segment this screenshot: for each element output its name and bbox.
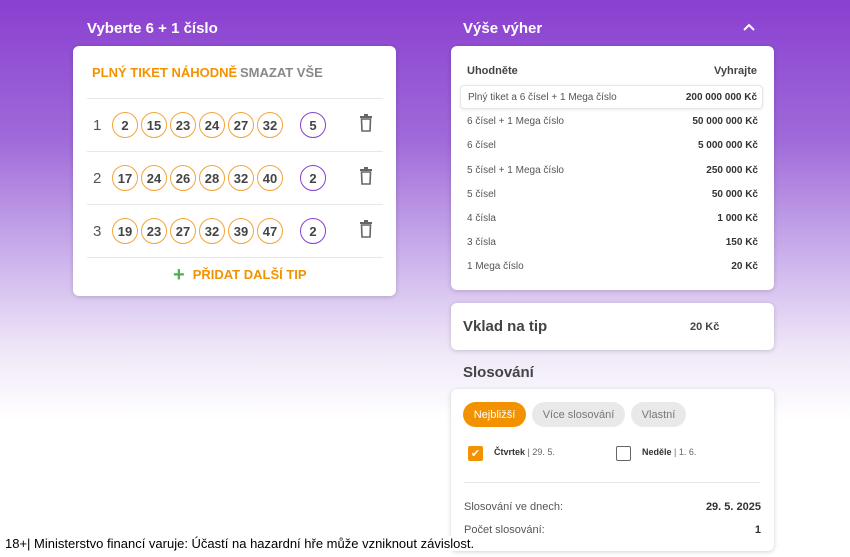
number-ball[interactable]: 17 [112, 165, 138, 191]
stake-card: Vklad na tip 20 Kč [451, 303, 774, 350]
wins-table-header: Uhodněte Vyhrajte [467, 65, 757, 77]
number-ball[interactable]: 47 [257, 218, 283, 244]
win-row-label: 4 čísla [467, 213, 496, 224]
win-row-amount: 20 Kč [731, 261, 758, 272]
number-ball[interactable]: 24 [141, 165, 167, 191]
wins-section-title: Výše výher [463, 20, 543, 37]
draw-section-title: Slosování [463, 364, 534, 381]
win-row-amount: 150 Kč [725, 237, 758, 248]
number-ball[interactable]: 23 [170, 112, 196, 138]
number-ball[interactable]: 24 [199, 112, 225, 138]
number-ball[interactable]: 32 [199, 218, 225, 244]
mega-number-ball[interactable]: 2 [300, 218, 326, 244]
gambling-disclaimer: 18+| Ministerstvo financí varuje: Účastí… [5, 536, 475, 551]
tip-index: 3 [93, 223, 102, 240]
day-thursday: Čtvrtek | 29. 5. [494, 447, 555, 457]
number-ball[interactable]: 39 [228, 218, 254, 244]
win-row: 3 čísla 150 Kč [460, 231, 763, 255]
win-row-amount: 200 000 000 Kč [685, 92, 757, 103]
trash-icon[interactable] [359, 114, 373, 132]
number-ball[interactable]: 19 [112, 218, 138, 244]
number-ball[interactable]: 32 [228, 165, 254, 191]
chip-custom[interactable]: Vlastní [631, 402, 686, 427]
day-date: | 29. 5. [527, 447, 555, 457]
number-ball[interactable]: 27 [170, 218, 196, 244]
clear-all-button[interactable]: SMAZAT VŠE [240, 65, 323, 80]
tip-index: 1 [93, 117, 102, 134]
divider [464, 482, 760, 483]
win-row: 6 čísel 5 000 000 Kč [460, 134, 763, 158]
win-row: Plný tiket a 6 čísel + 1 Mega číslo 200 … [460, 85, 763, 109]
thursday-checkbox[interactable]: ✔ [468, 446, 483, 461]
mega-number-ball[interactable]: 2 [300, 165, 326, 191]
win-row-label: 1 Mega číslo [467, 261, 524, 272]
number-balls: 19 23 27 32 39 47 [112, 218, 283, 244]
draw-count-row: Počet slosování: 1 [464, 524, 761, 536]
day-name: Neděle [642, 447, 672, 457]
day-sunday: Neděle | 1. 6. [642, 447, 696, 457]
number-ball[interactable]: 15 [141, 112, 167, 138]
chip-more-draws[interactable]: Více slosování [532, 402, 625, 427]
win-row-label: 5 čísel + 1 Mega číslo [467, 165, 564, 176]
mega-number-ball[interactable]: 5 [300, 112, 326, 138]
win-row-amount: 50 000 000 Kč [692, 116, 758, 127]
draw-count-label: Počet slosování: [464, 524, 545, 536]
ticket-card: PLNÝ TIKET NÁHODNĚ SMAZAT VŠE 1 2 15 23 … [73, 46, 396, 296]
win-row-amount: 1 000 Kč [717, 213, 758, 224]
plus-icon: + [173, 263, 185, 286]
win-row-label: Plný tiket a 6 čísel + 1 Mega číslo [468, 92, 617, 103]
trash-icon[interactable] [359, 220, 373, 238]
guess-column-header: Uhodněte [467, 65, 518, 77]
number-ball[interactable]: 26 [170, 165, 196, 191]
add-tip-button[interactable]: + PŘIDAT DALŠÍ TIP [173, 263, 307, 286]
win-row: 5 čísel + 1 Mega číslo 250 000 Kč [460, 159, 763, 183]
day-name: Čtvrtek [494, 447, 526, 457]
number-ball[interactable]: 23 [141, 218, 167, 244]
number-ball[interactable]: 2 [112, 112, 138, 138]
chevron-up-icon[interactable] [742, 22, 756, 32]
check-icon: ✔ [470, 448, 481, 460]
ticket-section-title: Vyberte 6 + 1 číslo [87, 20, 218, 37]
number-ball[interactable]: 27 [228, 112, 254, 138]
number-ball[interactable]: 32 [257, 112, 283, 138]
draw-card: Nejbližší Více slosování Vlastní ✔ Čtvrt… [451, 389, 774, 551]
tip-row-2: 2 17 24 26 28 32 40 2 [87, 151, 383, 204]
day-date: | 1. 6. [674, 447, 697, 457]
tip-row-1: 1 2 15 23 24 27 32 5 [87, 98, 383, 151]
win-row: 6 čísel + 1 Mega číslo 50 000 000 Kč [460, 110, 763, 134]
draw-dates-row: Slosování ve dnech: 29. 5. 2025 [464, 501, 761, 513]
chip-nearest[interactable]: Nejbližší [463, 402, 526, 427]
random-ticket-button[interactable]: PLNÝ TIKET NÁHODNĚ [92, 65, 237, 80]
wins-table: Uhodněte Vyhrajte Plný tiket a 6 čísel +… [451, 46, 774, 290]
number-ball[interactable]: 40 [257, 165, 283, 191]
win-column-header: Vyhrajte [713, 65, 757, 77]
win-row-label: 5 čísel [467, 189, 496, 200]
number-balls: 2 15 23 24 27 32 [112, 112, 283, 138]
stake-value[interactable]: 20 Kč [690, 321, 719, 333]
number-ball[interactable]: 28 [199, 165, 225, 191]
sunday-checkbox[interactable] [616, 446, 631, 461]
stake-label: Vklad na tip [463, 318, 548, 335]
win-row-amount: 250 000 Kč [706, 165, 758, 176]
ticket-actions: PLNÝ TIKET NÁHODNĚ SMAZAT VŠE [92, 65, 323, 80]
tip-row-3: 3 19 23 27 32 39 47 2 [87, 204, 383, 257]
divider [87, 257, 383, 258]
win-row-amount: 50 000 Kč [711, 189, 758, 200]
win-row-label: 6 čísel + 1 Mega číslo [467, 116, 564, 127]
win-row-amount: 5 000 000 Kč [697, 140, 758, 151]
add-tip-label: PŘIDAT DALŠÍ TIP [192, 267, 307, 282]
draw-count-value: 1 [754, 524, 761, 536]
draw-dates-label: Slosování ve dnech: [464, 501, 564, 513]
draw-dates-value: 29. 5. 2025 [705, 501, 761, 513]
win-row: 1 Mega číslo 20 Kč [460, 255, 763, 279]
tip-index: 2 [93, 170, 102, 187]
win-row: 4 čísla 1 000 Kč [460, 207, 763, 231]
trash-icon[interactable] [359, 167, 373, 185]
win-row-label: 6 čísel [467, 140, 496, 151]
win-row-label: 3 čísla [467, 237, 496, 248]
win-row: 5 čísel 50 000 Kč [460, 183, 763, 207]
number-balls: 17 24 26 28 32 40 [112, 165, 283, 191]
